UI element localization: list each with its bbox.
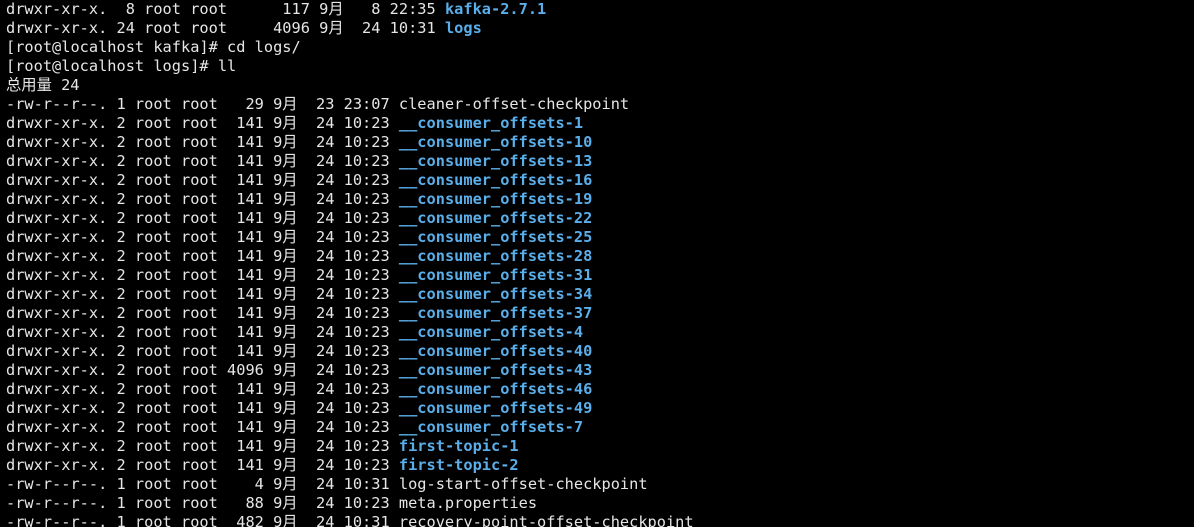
terminal-text: drwxr-xr-x. 8 root root 117 9月 8 22:35 <box>6 0 445 18</box>
terminal-line: drwxr-xr-x. 2 root root 141 9月 24 10:23 … <box>6 342 1194 361</box>
directory-name: __consumer_offsets-7 <box>398 418 584 436</box>
terminal-text: drwxr-xr-x. 2 root root 141 9月 24 10:23 <box>6 456 399 474</box>
terminal-line: drwxr-xr-x. 2 root root 141 9月 24 10:23 … <box>6 171 1194 190</box>
terminal-text: drwxr-xr-x. 24 root root 4096 9月 24 10:3… <box>6 19 445 37</box>
directory-name: __consumer_offsets-13 <box>398 152 593 170</box>
terminal-line: drwxr-xr-x. 2 root root 141 9月 24 10:23 … <box>6 437 1194 456</box>
terminal-text: drwxr-xr-x. 2 root root 141 9月 24 10:23 <box>6 209 399 227</box>
terminal-text: -rw-r--r--. 1 root root 29 9月 23 23:07 c… <box>6 95 630 113</box>
terminal-line: drwxr-xr-x. 2 root root 141 9月 24 10:23 … <box>6 114 1194 133</box>
directory-name: __consumer_offsets-31 <box>398 266 593 284</box>
directory-name: __consumer_offsets-10 <box>398 133 593 151</box>
terminal-line: drwxr-xr-x. 2 root root 4096 9月 24 10:23… <box>6 361 1194 380</box>
terminal-line: drwxr-xr-x. 2 root root 141 9月 24 10:23 … <box>6 380 1194 399</box>
terminal-text: drwxr-xr-x. 2 root root 141 9月 24 10:23 <box>6 228 399 246</box>
terminal-text: drwxr-xr-x. 2 root root 141 9月 24 10:23 <box>6 380 399 398</box>
terminal-line: drwxr-xr-x. 2 root root 141 9月 24 10:23 … <box>6 399 1194 418</box>
terminal-text: drwxr-xr-x. 2 root root 141 9月 24 10:23 <box>6 171 399 189</box>
terminal-text: drwxr-xr-x. 2 root root 141 9月 24 10:23 <box>6 437 399 455</box>
terminal-line: drwxr-xr-x. 8 root root 117 9月 8 22:35 k… <box>6 0 1194 19</box>
directory-name: __consumer_offsets-34 <box>398 285 593 303</box>
directory-name: __consumer_offsets-37 <box>398 304 593 322</box>
terminal-text: [root@localhost kafka]# cd logs/ <box>6 38 301 56</box>
terminal-text: -rw-r--r--. 1 root root 88 9月 24 10:23 m… <box>6 494 538 512</box>
terminal-line: 总用量 24 <box>6 76 1194 95</box>
terminal-line: -rw-r--r--. 1 root root 482 9月 24 10:31 … <box>6 513 1194 527</box>
terminal-text: drwxr-xr-x. 2 root root 141 9月 24 10:23 <box>6 304 399 322</box>
terminal-text: -rw-r--r--. 1 root root 4 9月 24 10:31 lo… <box>6 475 648 493</box>
directory-name: __consumer_offsets-46 <box>398 380 593 398</box>
directory-name: __consumer_offsets-49 <box>398 399 593 417</box>
directory-name: first-topic-1 <box>398 437 519 455</box>
terminal-output[interactable]: drwxr-xr-x. 8 root root 117 9月 8 22:35 k… <box>6 0 1194 527</box>
terminal-line: drwxr-xr-x. 24 root root 4096 9月 24 10:3… <box>6 19 1194 38</box>
terminal-line: drwxr-xr-x. 2 root root 141 9月 24 10:23 … <box>6 285 1194 304</box>
terminal-text: drwxr-xr-x. 2 root root 141 9月 24 10:23 <box>6 114 399 132</box>
terminal-line: drwxr-xr-x. 2 root root 141 9月 24 10:23 … <box>6 209 1194 228</box>
directory-name: __consumer_offsets-43 <box>398 361 593 379</box>
directory-name: __consumer_offsets-28 <box>398 247 593 265</box>
directory-name: __consumer_offsets-4 <box>398 323 584 341</box>
terminal-text: drwxr-xr-x. 2 root root 4096 9月 24 10:23 <box>6 361 399 379</box>
terminal-line: [root@localhost kafka]# cd logs/ <box>6 38 1194 57</box>
directory-name: __consumer_offsets-22 <box>398 209 593 227</box>
terminal-text: -rw-r--r--. 1 root root 482 9月 24 10:31 … <box>6 513 694 527</box>
terminal-text: drwxr-xr-x. 2 root root 141 9月 24 10:23 <box>6 285 399 303</box>
terminal-text: drwxr-xr-x. 2 root root 141 9月 24 10:23 <box>6 133 399 151</box>
terminal-line: drwxr-xr-x. 2 root root 141 9月 24 10:23 … <box>6 152 1194 171</box>
terminal-line: drwxr-xr-x. 2 root root 141 9月 24 10:23 … <box>6 133 1194 152</box>
terminal-text: 总用量 24 <box>6 76 80 94</box>
terminal-line: [root@localhost logs]# ll <box>6 57 1194 76</box>
terminal-text: drwxr-xr-x. 2 root root 141 9月 24 10:23 <box>6 190 399 208</box>
terminal-line: drwxr-xr-x. 2 root root 141 9月 24 10:23 … <box>6 323 1194 342</box>
directory-name: first-topic-2 <box>398 456 519 474</box>
terminal-text: drwxr-xr-x. 2 root root 141 9月 24 10:23 <box>6 266 399 284</box>
terminal-line: drwxr-xr-x. 2 root root 141 9月 24 10:23 … <box>6 228 1194 247</box>
terminal-line: drwxr-xr-x. 2 root root 141 9月 24 10:23 … <box>6 418 1194 437</box>
terminal-line: drwxr-xr-x. 2 root root 141 9月 24 10:23 … <box>6 266 1194 285</box>
terminal-line: drwxr-xr-x. 2 root root 141 9月 24 10:23 … <box>6 304 1194 323</box>
terminal-text: drwxr-xr-x. 2 root root 141 9月 24 10:23 <box>6 418 399 436</box>
terminal-line: drwxr-xr-x. 2 root root 141 9月 24 10:23 … <box>6 190 1194 209</box>
directory-name: __consumer_offsets-1 <box>398 114 584 132</box>
terminal-text: drwxr-xr-x. 2 root root 141 9月 24 10:23 <box>6 247 399 265</box>
terminal-text: [root@localhost logs]# ll <box>6 57 237 75</box>
directory-name: __consumer_offsets-16 <box>398 171 593 189</box>
terminal-line: -rw-r--r--. 1 root root 88 9月 24 10:23 m… <box>6 494 1194 513</box>
directory-name: kafka-2.7.1 <box>444 0 547 18</box>
terminal-text: drwxr-xr-x. 2 root root 141 9月 24 10:23 <box>6 399 399 417</box>
terminal-line: -rw-r--r--. 1 root root 29 9月 23 23:07 c… <box>6 95 1194 114</box>
directory-name: logs <box>444 19 482 37</box>
terminal-text: drwxr-xr-x. 2 root root 141 9月 24 10:23 <box>6 152 399 170</box>
terminal-text: drwxr-xr-x. 2 root root 141 9月 24 10:23 <box>6 323 399 341</box>
directory-name: __consumer_offsets-19 <box>398 190 593 208</box>
terminal-line: -rw-r--r--. 1 root root 4 9月 24 10:31 lo… <box>6 475 1194 494</box>
terminal-line: drwxr-xr-x. 2 root root 141 9月 24 10:23 … <box>6 456 1194 475</box>
terminal-text: drwxr-xr-x. 2 root root 141 9月 24 10:23 <box>6 342 399 360</box>
directory-name: __consumer_offsets-25 <box>398 228 593 246</box>
directory-name: __consumer_offsets-40 <box>398 342 593 360</box>
terminal-line: drwxr-xr-x. 2 root root 141 9月 24 10:23 … <box>6 247 1194 266</box>
